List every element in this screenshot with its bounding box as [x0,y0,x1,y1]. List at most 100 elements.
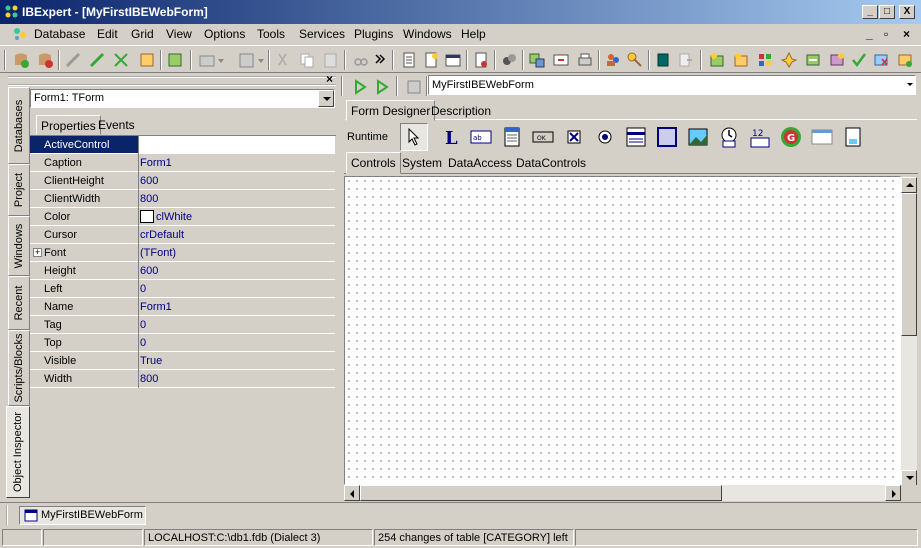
database-explorer-icon[interactable] [500,51,518,69]
maximize-button[interactable]: □ [879,5,895,19]
new-sql-icon[interactable] [422,51,440,69]
new-exception-icon[interactable] [828,51,846,69]
menu-edit[interactable]: Edit [97,27,118,41]
sql-editor-icon[interactable] [444,51,462,69]
run-icon[interactable] [349,76,371,98]
mdi-minimize-button[interactable]: _ [866,27,873,41]
tab-windows[interactable]: Windows [8,216,30,276]
db-properties-icon[interactable] [166,51,184,69]
scroll-right-button[interactable] [885,485,901,501]
tab-system[interactable]: System [398,153,446,173]
db-menu-icon[interactable] [12,26,28,42]
horizontal-scrollbar[interactable] [344,485,901,501]
minimize-button[interactable]: _ [862,5,878,19]
property-row-clientheight[interactable]: ClientHeight 600 [30,172,335,190]
property-row-color[interactable]: Color clWhite [30,208,335,226]
frame-component-icon[interactable] [810,125,834,149]
script-executive-icon[interactable] [472,51,490,69]
tab-recent[interactable]: Recent [8,276,30,330]
scroll-left-button[interactable] [344,485,360,501]
import-data-icon[interactable] [552,51,570,69]
disconnect-db-icon[interactable] [88,51,106,69]
radio-component-icon[interactable] [593,125,617,149]
expand-icon[interactable]: + [33,248,42,257]
new-script-icon[interactable] [400,51,418,69]
timer-component-icon[interactable] [717,125,741,149]
scroll-down-button[interactable] [901,470,917,486]
tab-dataaccess[interactable]: DataAccess [444,153,516,173]
edit-component-icon[interactable]: ab [469,125,493,149]
chevron-down-icon[interactable] [318,90,334,107]
new-procedure-icon[interactable] [756,51,774,69]
tab-object-inspector[interactable]: Object Inspector [6,406,30,498]
export-data-icon[interactable] [528,51,546,69]
toolbar-overflow-icon[interactable] [374,51,386,69]
book-icon[interactable] [654,51,672,69]
mdi-close-button[interactable]: × [903,27,910,41]
property-row-tag[interactable]: Tag 0 [30,316,335,334]
close-button[interactable]: X [899,5,915,19]
vertical-scrollbar[interactable] [901,177,917,486]
tab-events[interactable]: Events [94,115,139,135]
property-row-top[interactable]: Top 0 [30,334,335,352]
tab-controls[interactable]: Controls [346,152,401,174]
tab-properties[interactable]: Properties [36,115,101,135]
save-dropdown-icon[interactable] [238,51,266,69]
tab-databases[interactable]: Databases [8,87,30,164]
paste-icon[interactable] [322,51,340,69]
menu-options[interactable]: Options [204,27,245,41]
property-row-width[interactable]: Width 800 [30,370,335,388]
property-row-height[interactable]: Height 600 [30,262,335,280]
property-row-left[interactable]: Left 0 [30,280,335,298]
button-component-icon[interactable]: OK [531,125,555,149]
new-domain-icon[interactable] [872,51,890,69]
memo-component-icon[interactable] [500,125,524,149]
label-component-icon[interactable]: L [440,125,464,149]
create-db-icon[interactable] [138,51,156,69]
copy-icon[interactable] [298,51,316,69]
open-dropdown-icon[interactable] [198,51,226,69]
scroll-up-button[interactable] [901,177,917,193]
mdi-restore-button[interactable]: ▫ [884,27,888,41]
menu-database[interactable]: Database [34,27,85,41]
inspector-close-button[interactable]: × [326,72,333,86]
google-map-component-icon[interactable]: G [779,125,803,149]
property-row-activecontrol[interactable]: ActiveControl [30,136,335,154]
new-generator-icon[interactable] [804,51,822,69]
horizontal-scroll-thumb[interactable] [360,485,722,501]
ibexpert-app-icon[interactable] [4,4,19,19]
register-db-icon[interactable] [12,51,30,69]
menu-help[interactable]: Help [461,27,486,41]
find-icon[interactable] [352,51,370,69]
property-row-caption[interactable]: Caption Form1 [30,154,335,172]
new-trigger-icon[interactable] [780,51,798,69]
menu-grid[interactable]: Grid [131,27,154,41]
image-component-icon[interactable] [686,125,710,149]
form-name-field[interactable]: MyFirstIBEWebForm [428,75,916,95]
tab-project[interactable]: Project [8,164,30,216]
property-row-name[interactable]: Name Form1 [30,298,335,316]
menu-tools[interactable]: Tools [257,27,285,41]
inspector-grip[interactable] [8,76,336,86]
doc-arrow-icon[interactable] [676,51,694,69]
component-selector[interactable]: Form1: TForm [30,89,335,108]
run-step-icon[interactable] [371,76,393,98]
tab-scripts-blocks[interactable]: Scripts/Blocks [8,330,30,406]
new-udf-icon[interactable] [850,51,868,69]
taskbar-window-button[interactable]: MyFirstIBEWebForm [19,506,146,525]
menu-view[interactable]: View [166,27,192,41]
reconnect-db-icon[interactable] [112,51,130,69]
checkbox-component-icon[interactable] [562,125,586,149]
cut-icon[interactable] [274,51,292,69]
spinedit-component-icon[interactable]: 12 [748,125,772,149]
new-view-icon[interactable] [732,51,750,69]
user-manager-icon[interactable] [604,51,622,69]
property-value-cell[interactable] [138,136,335,153]
grant-manager-icon[interactable] [626,51,644,69]
connect-db-icon[interactable] [64,51,82,69]
page-component-icon[interactable] [841,125,865,149]
property-row-clientwidth[interactable]: ClientWidth 800 [30,190,335,208]
property-row-visible[interactable]: Visible True [30,352,335,370]
tab-form-designer[interactable]: Form Designer [346,100,436,121]
chevron-down-icon[interactable] [907,83,913,86]
